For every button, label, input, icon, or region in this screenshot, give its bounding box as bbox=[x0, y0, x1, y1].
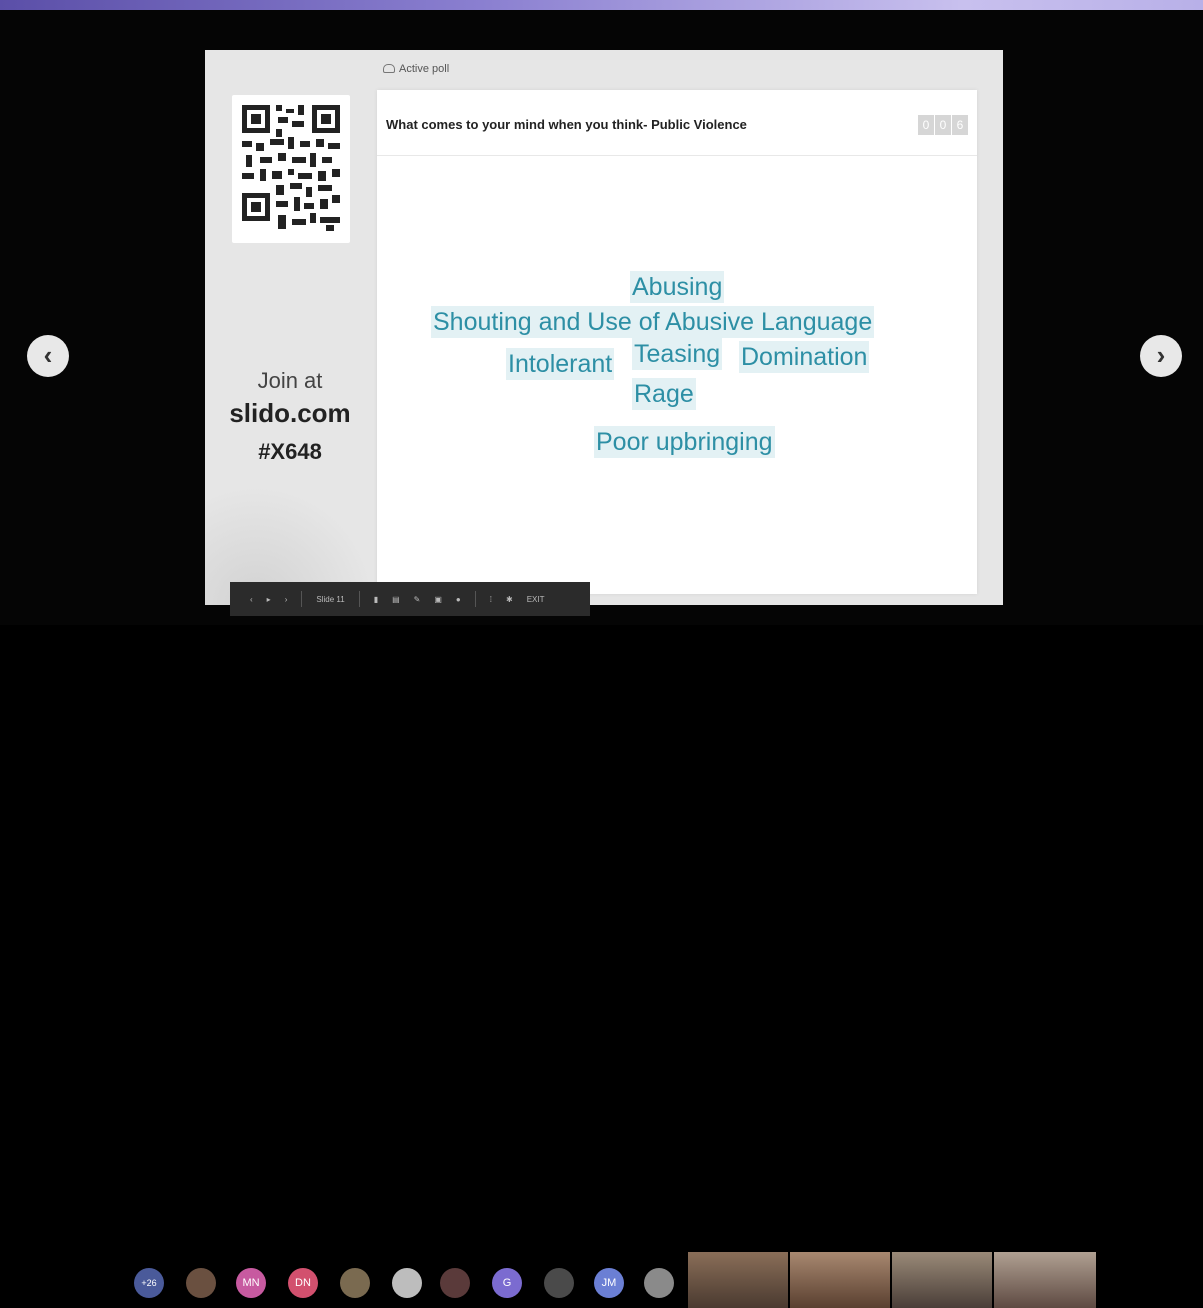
word-cloud-word: Shouting and Use of Abusive Language bbox=[431, 306, 875, 338]
cloud-icon bbox=[383, 64, 395, 73]
poll-header: What comes to your mind when you think- … bbox=[377, 90, 977, 156]
video-tile[interactable] bbox=[790, 1252, 890, 1308]
word-cloud-word: Poor upbringing bbox=[594, 426, 775, 458]
active-poll-indicator: Active poll bbox=[383, 63, 449, 75]
word-cloud-word: Teasing bbox=[632, 338, 723, 370]
slide: Join at slido.com #X648 Active poll What… bbox=[205, 50, 1003, 605]
toolbar-divider bbox=[358, 591, 360, 607]
word-cloud-word: Rage bbox=[632, 378, 696, 410]
captions-icon[interactable]: ▣ bbox=[434, 595, 442, 604]
exit-button[interactable]: EXIT bbox=[527, 595, 545, 604]
info-icon[interactable]: ● bbox=[456, 595, 461, 604]
toolbar-divider bbox=[474, 591, 476, 607]
back-icon[interactable]: ‹ bbox=[250, 595, 253, 604]
next-slide-button[interactable]: › bbox=[1140, 335, 1182, 377]
more-participants-badge[interactable]: +26 bbox=[134, 1268, 164, 1298]
word-cloud-word: Intolerant bbox=[506, 348, 615, 380]
avatar[interactable] bbox=[440, 1268, 470, 1298]
word-cloud-word: Abusing bbox=[630, 271, 725, 303]
counter-digit: 0 bbox=[935, 115, 951, 135]
play-icon[interactable]: ▸ bbox=[267, 595, 271, 604]
counter-digit: 6 bbox=[952, 115, 968, 135]
toolbar-divider bbox=[301, 591, 303, 607]
more-icon[interactable]: ⁞ bbox=[490, 595, 492, 604]
forward-icon[interactable]: › bbox=[285, 595, 288, 604]
counter-digit: 0 bbox=[918, 115, 934, 135]
presentation-stage: ‹ › Join at slido.com #X648 Active poll … bbox=[0, 10, 1203, 625]
word-cloud: Abusing Shouting and Use of Abusive Lang… bbox=[377, 156, 977, 594]
avatar[interactable] bbox=[392, 1268, 422, 1298]
response-counter: 0 0 6 bbox=[918, 115, 968, 135]
avatar[interactable] bbox=[186, 1268, 216, 1298]
video-tile[interactable] bbox=[994, 1252, 1096, 1308]
chevron-right-icon: › bbox=[1156, 340, 1166, 370]
join-instructions: Join at slido.com #X648 bbox=[205, 368, 375, 465]
avatar[interactable] bbox=[644, 1268, 674, 1298]
avatar[interactable]: G bbox=[492, 1268, 522, 1298]
join-at-text: Join at bbox=[257, 368, 323, 393]
poll-panel: What comes to your mind when you think- … bbox=[377, 90, 977, 594]
qr-code-icon bbox=[240, 103, 342, 233]
avatar[interactable]: DN bbox=[288, 1268, 318, 1298]
avatar[interactable] bbox=[544, 1268, 574, 1298]
word-cloud-word: Domination bbox=[739, 341, 870, 373]
slide-selector[interactable]: Slide 11 bbox=[316, 595, 344, 604]
window-top-bar bbox=[0, 0, 1203, 10]
previous-slide-button[interactable]: ‹ bbox=[27, 335, 69, 377]
laser-icon[interactable]: ▮ bbox=[374, 595, 378, 604]
subtitles-icon[interactable]: ▤ bbox=[392, 595, 400, 604]
gear-icon[interactable]: ✱ bbox=[506, 595, 513, 604]
avatar[interactable]: JM bbox=[594, 1268, 624, 1298]
avatar[interactable] bbox=[340, 1268, 370, 1298]
pen-icon[interactable]: ✎ bbox=[414, 595, 421, 604]
video-tile[interactable] bbox=[892, 1252, 992, 1308]
event-code: #X648 bbox=[258, 439, 322, 464]
poll-question: What comes to your mind when you think- … bbox=[386, 117, 747, 132]
join-url: slido.com bbox=[229, 398, 351, 428]
active-poll-label: Active poll bbox=[399, 63, 450, 75]
video-tile[interactable] bbox=[688, 1252, 788, 1308]
chevron-left-icon: ‹ bbox=[43, 340, 53, 370]
participant-strip: +26 MN DN G JM bbox=[0, 625, 1203, 1308]
qr-code bbox=[232, 95, 350, 243]
presenter-toolbar: ‹ ▸ › Slide 11 ▮ ▤ ✎ ▣ ● ⁞ ✱ EXIT bbox=[230, 582, 590, 616]
avatar[interactable]: MN bbox=[236, 1268, 266, 1298]
